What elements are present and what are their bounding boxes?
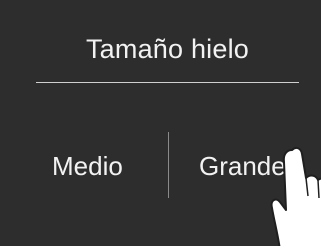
options-divider [168,132,169,198]
option-medio-button[interactable]: Medio [52,146,136,186]
option-grande-button[interactable]: Grande [199,146,309,186]
page-title: Tamaño hielo [85,34,249,64]
title-divider [36,82,299,83]
ice-size-screen: Tamaño hielo Medio Grande [0,0,321,246]
